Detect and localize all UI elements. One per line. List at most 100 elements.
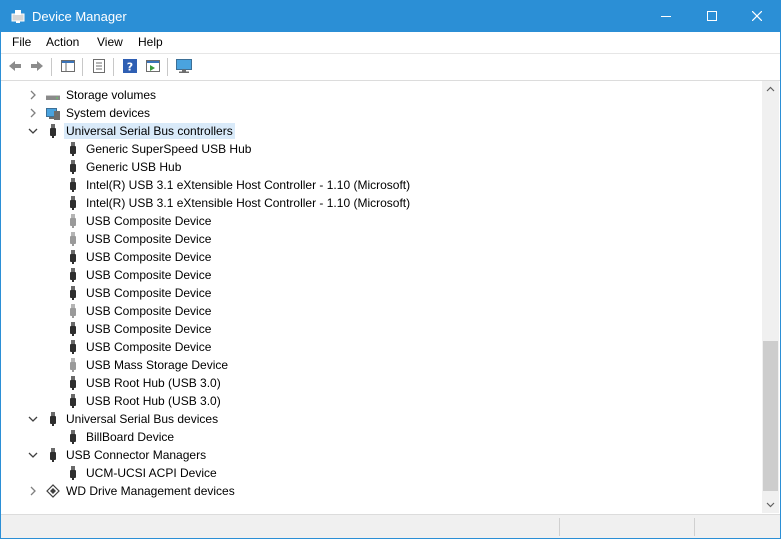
usb-icon xyxy=(45,123,61,139)
minimize-button[interactable] xyxy=(643,1,689,32)
tree-row-label: USB Mass Storage Device xyxy=(86,358,229,372)
usb-icon xyxy=(65,267,81,283)
device-tree[interactable]: Storage volumes System devices Universal S… xyxy=(1,81,762,513)
menu-view[interactable]: View xyxy=(97,35,123,49)
menu-help-label: Help xyxy=(138,35,163,49)
collapsed-chevron-icon[interactable] xyxy=(27,87,39,103)
wd-drive-icon xyxy=(45,483,61,499)
monitor-icon xyxy=(175,58,193,77)
tree-category[interactable]: System devices xyxy=(1,104,762,122)
storage-volume-icon xyxy=(45,87,61,103)
usb-icon xyxy=(65,213,81,229)
tree-row-label: Storage volumes xyxy=(66,88,157,102)
device-manager-window: Device Manager File Action View Help ? S… xyxy=(0,0,781,539)
svg-text:?: ? xyxy=(127,60,133,73)
monitor-button[interactable] xyxy=(174,57,194,77)
chevron-up-icon xyxy=(762,86,779,101)
show-hide-console-tree-icon xyxy=(60,58,76,77)
window-title: Device Manager xyxy=(32,9,127,24)
tree-row-label: USB Composite Device xyxy=(86,304,212,318)
tree-device[interactable]: USB Composite Device xyxy=(1,320,762,338)
tree-device[interactable]: Intel(R) USB 3.1 eXtensible Host Control… xyxy=(1,176,762,194)
scroll-down-button[interactable] xyxy=(762,496,779,513)
maximize-button[interactable] xyxy=(689,1,735,32)
expanded-chevron-icon[interactable] xyxy=(27,447,39,463)
minimize-icon xyxy=(661,10,671,24)
usb-icon xyxy=(65,321,81,337)
usb-icon xyxy=(65,393,81,409)
tree-row-label: USB Connector Managers xyxy=(66,448,207,462)
status-bar xyxy=(1,514,780,538)
device-manager-icon xyxy=(10,8,26,24)
usb-icon xyxy=(65,429,81,445)
usb-icon xyxy=(65,303,81,319)
usb-icon xyxy=(65,231,81,247)
show-hide-console-tree-button[interactable] xyxy=(58,57,78,77)
tree-row-label: Generic SuperSpeed USB Hub xyxy=(86,142,252,156)
tree-row-label: USB Composite Device xyxy=(86,268,212,282)
usb-icon xyxy=(45,411,61,427)
help-button[interactable]: ? xyxy=(120,57,140,77)
expanded-chevron-icon[interactable] xyxy=(27,411,39,427)
scroll-up-button[interactable] xyxy=(762,81,779,98)
tree-category[interactable]: WD Drive Management devices xyxy=(1,482,762,500)
tree-row-label: WD Drive Management devices xyxy=(66,484,235,498)
usb-icon xyxy=(65,159,81,175)
close-icon xyxy=(751,10,763,24)
tree-device[interactable]: USB Composite Device xyxy=(1,284,762,302)
collapsed-chevron-icon[interactable] xyxy=(27,105,39,121)
collapsed-chevron-icon[interactable] xyxy=(27,483,39,499)
tree-device[interactable]: USB Composite Device xyxy=(1,212,762,230)
tree-device[interactable]: USB Root Hub (USB 3.0) xyxy=(1,374,762,392)
tree-device[interactable]: USB Mass Storage Device xyxy=(1,356,762,374)
back-button[interactable] xyxy=(5,57,25,77)
forward-button[interactable] xyxy=(27,57,47,77)
system-devices-icon xyxy=(45,105,61,121)
forward-icon xyxy=(29,58,45,77)
vertical-scrollbar[interactable] xyxy=(762,81,779,513)
tree-device[interactable]: BillBoard Device xyxy=(1,428,762,446)
title-bar[interactable]: Device Manager xyxy=(1,1,780,32)
usb-icon xyxy=(65,249,81,265)
tree-device[interactable]: Intel(R) USB 3.1 eXtensible Host Control… xyxy=(1,194,762,212)
expanded-chevron-icon[interactable] xyxy=(27,123,39,139)
tree-row-label: USB Root Hub (USB 3.0) xyxy=(86,376,221,390)
tree-device[interactable]: USB Composite Device xyxy=(1,248,762,266)
menu-help[interactable]: Help xyxy=(138,35,163,49)
tree-row-label: USB Composite Device xyxy=(86,340,212,354)
tree-device[interactable]: USB Composite Device xyxy=(1,266,762,284)
tree-device[interactable]: UCM-UCSI ACPI Device xyxy=(1,464,762,482)
tree-row-label: USB Composite Device xyxy=(86,232,212,246)
help-icon: ? xyxy=(122,58,138,77)
run-action-icon xyxy=(145,58,161,77)
tree-row-label: Generic USB Hub xyxy=(86,160,182,174)
close-button[interactable] xyxy=(734,1,780,32)
tree-device[interactable]: Generic SuperSpeed USB Hub xyxy=(1,140,762,158)
usb-icon xyxy=(65,339,81,355)
usb-icon xyxy=(65,195,81,211)
usb-icon xyxy=(65,177,81,193)
menu-file[interactable]: File xyxy=(12,35,31,49)
tree-device[interactable]: USB Composite Device xyxy=(1,230,762,248)
tree-row-label: BillBoard Device xyxy=(86,430,175,444)
tree-row-label: USB Composite Device xyxy=(86,286,212,300)
toolbar: ? xyxy=(1,54,780,81)
usb-icon xyxy=(65,465,81,481)
menu-view-label: View xyxy=(97,35,123,49)
tree-category[interactable]: Storage volumes xyxy=(1,86,762,104)
tree-device[interactable]: USB Composite Device xyxy=(1,338,762,356)
tree-category[interactable]: Universal Serial Bus devices xyxy=(1,410,762,428)
menu-action[interactable]: Action xyxy=(46,35,79,49)
menu-action-label: Action xyxy=(46,35,80,49)
maximize-icon xyxy=(707,10,717,24)
tree-category[interactable]: Universal Serial Bus controllers xyxy=(1,122,762,140)
run-action-button[interactable] xyxy=(143,57,163,77)
tree-device[interactable]: USB Root Hub (USB 3.0) xyxy=(1,392,762,410)
tree-device[interactable]: Generic USB Hub xyxy=(1,158,762,176)
tree-row-label: Universal Serial Bus devices xyxy=(66,412,219,426)
tree-category[interactable]: USB Connector Managers xyxy=(1,446,762,464)
properties-button[interactable] xyxy=(89,57,109,77)
usb-icon xyxy=(45,447,61,463)
tree-device[interactable]: USB Composite Device xyxy=(1,302,762,320)
scroll-thumb[interactable] xyxy=(763,341,778,491)
